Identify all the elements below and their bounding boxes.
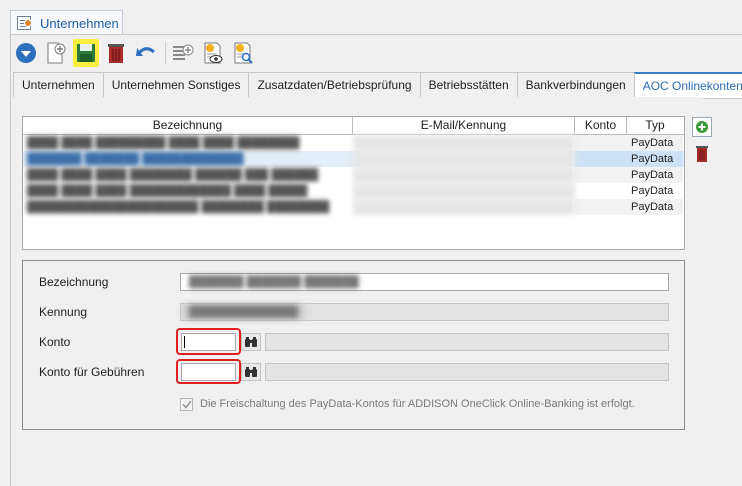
cell-bezeichnung: ██████████████████████ ████████ ████████ (27, 201, 330, 213)
new-document-button[interactable] (43, 39, 69, 67)
dropdown-menu-button[interactable] (13, 39, 39, 67)
document-tab-label: Unternehmen (40, 15, 119, 31)
tab-bar: Unternehmen Unternehmen Sonstiges Zusatz… (13, 72, 742, 99)
save-button[interactable] (73, 39, 99, 67)
delete-button[interactable] (103, 39, 129, 67)
konto-description-field (265, 333, 669, 351)
preview-document-button[interactable] (200, 39, 226, 67)
cell-bezeichnung: ███████ ███████ █████████████ (27, 153, 244, 165)
dropdown-menu-icon (16, 43, 36, 63)
person-badge-icon (24, 19, 32, 27)
konto-gebuehren-description-field (265, 363, 669, 381)
cell-bezeichnung: ████ ████ █████████ ████ ████ ████████ (27, 137, 300, 149)
delete-account-icon (696, 146, 708, 162)
cell-typ: PayData (627, 151, 683, 167)
cell-email (353, 183, 575, 199)
cell-konto (575, 135, 627, 151)
konto-gebuehren-input[interactable] (181, 363, 236, 381)
freischaltung-checkbox[interactable] (180, 398, 193, 411)
cell-konto (575, 151, 627, 167)
cell-email (353, 151, 575, 167)
label-konto: Konto (39, 335, 71, 349)
cell-konto (575, 167, 627, 183)
column-header-typ[interactable]: Typ (627, 117, 683, 134)
search-document-icon (234, 42, 253, 64)
accounts-table: Bezeichnung E-Mail/Kennung Konto Typ ███… (22, 116, 685, 250)
label-bezeichnung: Bezeichnung (39, 275, 109, 289)
preview-document-icon (204, 42, 223, 64)
cell-bezeichnung: ████ ████ ████ ████████ ██████ ███ █████… (27, 169, 319, 181)
text-cursor (184, 336, 185, 348)
document-tab-unternehmen[interactable]: Unternehmen (10, 10, 123, 35)
new-document-icon (47, 42, 66, 64)
column-header-bezeichnung[interactable]: Bezeichnung (23, 117, 353, 134)
tab-zusatzdaten[interactable]: Zusatzdaten/Betriebsprüfung (248, 72, 420, 98)
table-row[interactable]: ██████████████████████ ████████ ████████… (23, 199, 684, 215)
column-header-konto[interactable]: Konto (575, 117, 627, 134)
cell-email (353, 135, 575, 151)
binoculars-icon (245, 337, 257, 347)
table-row[interactable]: ████ ████ ████ █████████████ ████ █████ … (23, 183, 684, 199)
add-account-icon (696, 121, 708, 133)
cell-typ: PayData (627, 183, 683, 199)
tab-unternehmen[interactable]: Unternehmen (13, 72, 103, 98)
column-header-email[interactable]: E-Mail/Kennung (353, 117, 575, 134)
bezeichnung-field[interactable]: ███████ ███████ ███████ (180, 273, 669, 291)
label-konto-gebuehren: Konto für Gebühren (39, 365, 145, 379)
checkmark-icon (181, 400, 192, 409)
save-icon (77, 44, 95, 62)
binoculars-icon (245, 367, 257, 377)
cell-typ: PayData (627, 167, 683, 183)
add-list-icon (173, 44, 194, 60)
delete-icon (108, 44, 124, 63)
cell-konto (575, 183, 627, 199)
table-row[interactable]: ████ ████ ████ ████████ ██████ ███ █████… (23, 167, 684, 183)
table-row[interactable]: ███████ ███████ █████████████ PayData (23, 151, 684, 167)
cell-typ: PayData (627, 135, 683, 151)
toolbar-separator (165, 42, 166, 64)
tab-unternehmen-sonstiges[interactable]: Unternehmen Sonstiges (102, 72, 249, 98)
table-header: Bezeichnung E-Mail/Kennung Konto Typ (23, 117, 684, 135)
cell-konto (575, 199, 627, 215)
konto-gebuehren-lookup-button[interactable] (241, 363, 261, 381)
cell-bezeichnung: ████ ████ ████ █████████████ ████ █████ (27, 185, 308, 197)
tab-betriebsstaetten[interactable]: Betriebsstätten (419, 72, 517, 98)
add-list-button[interactable] (170, 39, 196, 67)
undo-icon (136, 47, 155, 56)
tab-bankverbindungen[interactable]: Bankverbindungen (516, 72, 634, 98)
label-kennung: Kennung (39, 305, 88, 319)
freischaltung-label: Die Freischaltung des PayData-Kontos für… (200, 398, 635, 410)
toolbar (13, 37, 260, 69)
undo-button[interactable] (133, 39, 159, 67)
add-account-button[interactable] (692, 117, 712, 137)
cell-email (353, 199, 575, 215)
search-document-button[interactable] (230, 39, 256, 67)
tab-aoc-onlinekonten[interactable]: AOC Onlinekonten (633, 72, 742, 99)
cell-email (353, 167, 575, 183)
cell-typ: PayData (627, 199, 683, 215)
delete-account-button[interactable] (692, 144, 712, 164)
konto-input[interactable] (181, 333, 236, 351)
konto-lookup-button[interactable] (241, 333, 261, 351)
kennung-field: ██████████████ (180, 303, 669, 321)
table-row[interactable]: ████ ████ █████████ ████ ████ ████████ P… (23, 135, 684, 151)
